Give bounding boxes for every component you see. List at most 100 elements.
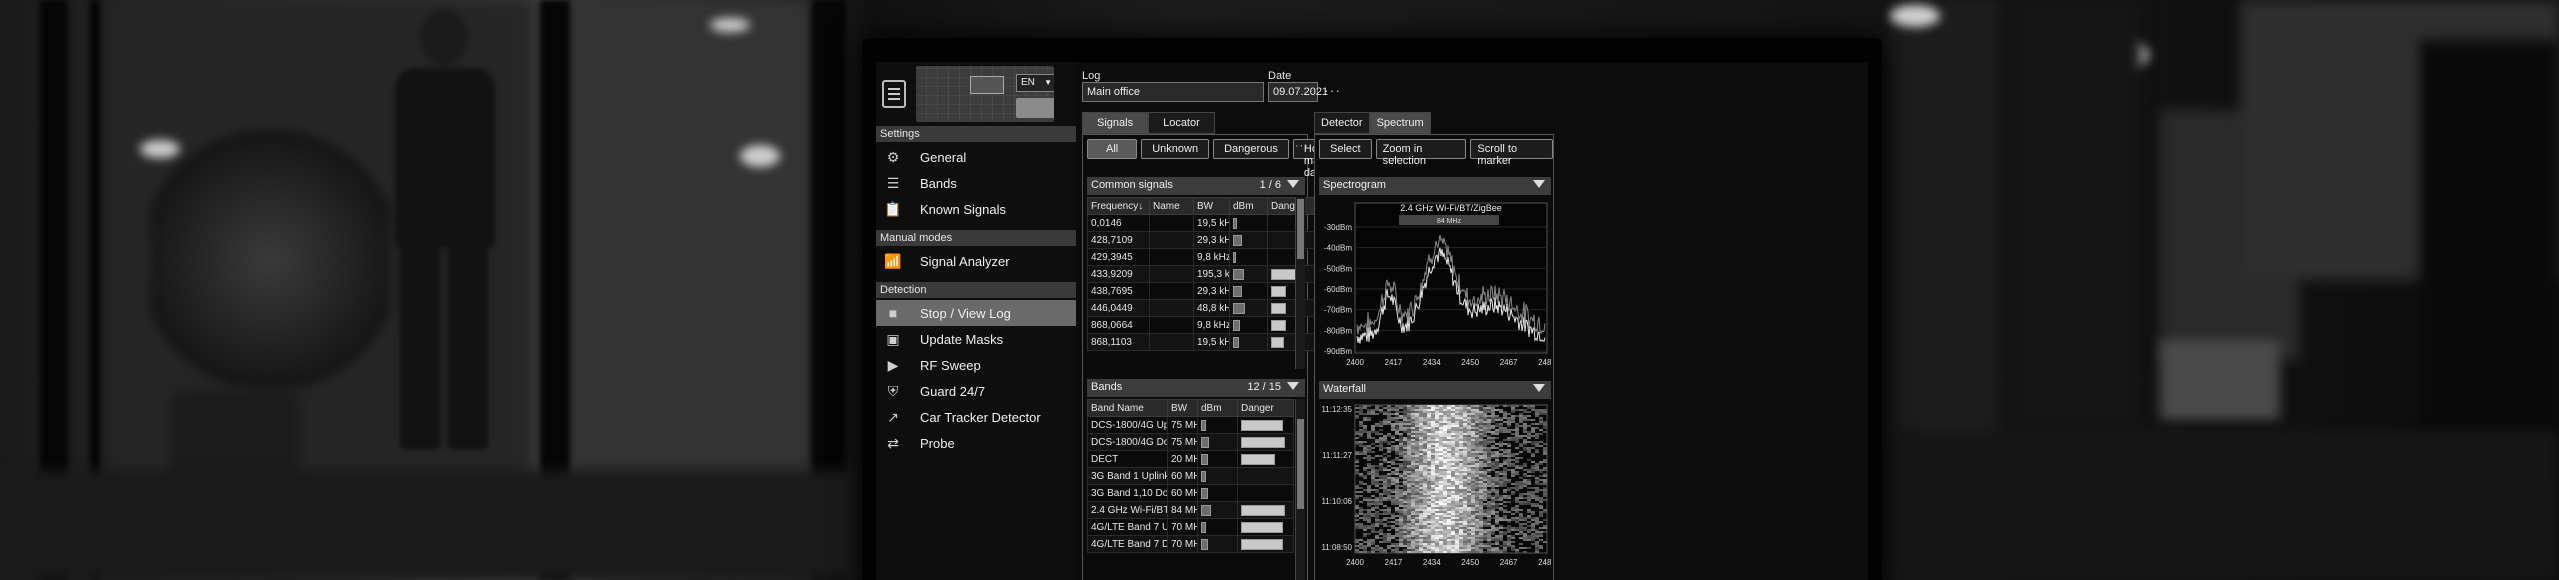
collapse-icon[interactable] xyxy=(1533,384,1545,392)
table-row[interactable]: 0,014619,5 kHz xyxy=(1087,214,1326,232)
table-row[interactable]: DCS-1800/4G Uplink75 MHz xyxy=(1087,416,1294,434)
table-row[interactable]: 429,3945 9,8 kHz xyxy=(1087,248,1326,266)
column-header-danger[interactable]: Danger xyxy=(1237,399,1294,417)
waterfall-cell xyxy=(1435,437,1439,439)
filter-dangerous-button[interactable]: Dangerous xyxy=(1213,139,1289,159)
waterfall-cell xyxy=(1487,423,1491,425)
waterfall-cell xyxy=(1375,445,1379,447)
scroll-to-marker-button[interactable]: Scroll to marker xyxy=(1470,139,1553,167)
waterfall-cell xyxy=(1403,471,1407,473)
table-row[interactable]: 428,710929,3 kHz xyxy=(1087,231,1326,249)
waterfall-cell xyxy=(1487,425,1491,427)
filter-all-button[interactable]: All xyxy=(1087,139,1138,159)
sidebar-item-known-signals[interactable]: 📋 Known Signals xyxy=(876,196,1076,222)
sidebar-item-bands[interactable]: ☰ Bands xyxy=(876,170,1076,196)
sidebar-item-rf-sweep[interactable]: ▶ RF Sweep xyxy=(876,352,1076,378)
waterfall-cell xyxy=(1491,495,1495,497)
waterfall-cell xyxy=(1403,449,1407,451)
device-button[interactable] xyxy=(1016,98,1054,118)
column-header-frequency[interactable]: Frequency↓ xyxy=(1087,197,1150,215)
table-row[interactable]: 446,044948,8 kHz xyxy=(1087,299,1326,317)
collapse-icon[interactable] xyxy=(1287,382,1299,390)
tab-detector[interactable]: Detector xyxy=(1314,112,1370,134)
waterfall-cell xyxy=(1387,415,1391,417)
table-row[interactable]: 3G Band 1 Uplink60 MHz xyxy=(1087,467,1294,485)
waterfall-cell xyxy=(1479,501,1483,503)
waterfall-cell xyxy=(1523,501,1527,503)
column-header-bw[interactable]: BW xyxy=(1167,399,1198,417)
column-header-name[interactable]: Name xyxy=(1149,197,1194,215)
waterfall-cell xyxy=(1419,551,1423,553)
table-row[interactable]: DECT20 MHz xyxy=(1087,450,1294,468)
filter-unknown-button[interactable]: Unknown xyxy=(1141,139,1210,159)
spectrogram-chart[interactable]: 2.4 GHz Wi-Fi/BT/ZigBee 84 MHz -30dBm-40… xyxy=(1319,197,1551,375)
sidebar-item-general[interactable]: ⚙ General xyxy=(876,144,1076,170)
bands-header[interactable]: Bands 12 / 15 xyxy=(1087,379,1305,397)
waterfall-cell xyxy=(1495,527,1499,529)
table-row[interactable]: 2.4 GHz Wi-Fi/BT/ZigBee84 MHz xyxy=(1087,501,1294,519)
column-header-bw[interactable]: BW xyxy=(1193,197,1230,215)
waterfall-cell xyxy=(1419,435,1423,437)
collapse-icon[interactable] xyxy=(1287,180,1299,188)
language-select[interactable]: EN ▼ xyxy=(1016,74,1054,92)
sidebar-item-signal-analyzer[interactable]: 📶 Signal Analyzer xyxy=(876,248,1076,274)
waterfall-cell xyxy=(1423,415,1427,417)
waterfall-cell xyxy=(1483,503,1487,505)
sidebar-item-update-masks[interactable]: ▣ Update Masks xyxy=(876,326,1076,352)
waterfall-cell xyxy=(1403,461,1407,463)
waterfall-cell xyxy=(1443,459,1447,461)
waterfall-cell xyxy=(1487,531,1491,533)
waterfall-cell xyxy=(1471,423,1475,425)
common-signals-header[interactable]: Common signals 1 / 6 xyxy=(1087,177,1305,195)
table-row[interactable]: 4G/LTE Band 7 Downlink70 MHz xyxy=(1087,535,1294,553)
waterfall-cell xyxy=(1415,521,1419,523)
table-row[interactable]: 4G/LTE Band 7 Uplink70 MHz xyxy=(1087,518,1294,536)
waterfall-header[interactable]: Waterfall xyxy=(1319,381,1551,399)
waterfall-cell xyxy=(1411,527,1415,529)
bands-scrollbar[interactable] xyxy=(1295,399,1305,580)
sidebar-item-car-tracker-detector[interactable]: ↗ Car Tracker Detector xyxy=(876,404,1076,430)
sidebar-item-guard-24-7[interactable]: ⛨ Guard 24/7 xyxy=(876,378,1076,404)
signals-scrollbar[interactable] xyxy=(1295,197,1305,369)
waterfall-cell xyxy=(1467,483,1471,485)
table-row[interactable]: DCS-1800/4G Downlink75 MHz xyxy=(1087,433,1294,451)
waterfall-cell xyxy=(1471,527,1475,529)
table-row[interactable]: 438,769529,3 kHz xyxy=(1087,282,1326,300)
select-button[interactable]: Select xyxy=(1319,139,1372,159)
date-field[interactable]: 09.07.2021 xyxy=(1268,82,1328,102)
waterfall-cell xyxy=(1511,469,1515,471)
waterfall-cell xyxy=(1491,487,1495,489)
dbm-cell xyxy=(1197,467,1238,485)
zoom-in-selection-button[interactable]: Zoom in selection xyxy=(1375,139,1467,167)
tab-spectrum[interactable]: Spectrum xyxy=(1369,112,1431,134)
waterfall-cell xyxy=(1411,495,1415,497)
sidebar-item-stop-view-log[interactable]: ■ Stop / View Log xyxy=(876,300,1076,326)
log-field[interactable]: Main office xyxy=(1082,82,1264,102)
waterfall-cell xyxy=(1495,515,1499,517)
waterfall-cell xyxy=(1427,515,1431,517)
column-header-dbm[interactable]: dBm xyxy=(1197,399,1238,417)
waterfall-chart[interactable]: 11:12:3511:11:2711:10:0611:08:50 2400 241… xyxy=(1319,401,1551,580)
waterfall-cell xyxy=(1535,541,1539,543)
tab-signals[interactable]: Signals xyxy=(1082,112,1149,134)
table-row[interactable]: 868,110319,5 kHz xyxy=(1087,333,1326,351)
waterfall-cell xyxy=(1467,465,1471,467)
waterfall-cell xyxy=(1367,521,1371,523)
table-row[interactable]: 868,0664 9,8 kHz xyxy=(1087,316,1326,334)
tab-locator[interactable]: Locator xyxy=(1148,112,1215,134)
waterfall-cell xyxy=(1387,477,1391,479)
sidebar-item-probe[interactable]: ⇄ Probe xyxy=(876,430,1076,456)
table-row[interactable]: 433,9209195,3 kHz xyxy=(1087,265,1326,283)
column-header-band-name[interactable]: Band Name xyxy=(1087,399,1168,417)
spectrogram-header[interactable]: Spectrogram xyxy=(1319,177,1551,195)
collapse-icon[interactable] xyxy=(1533,180,1545,188)
hamburger-menu-icon[interactable] xyxy=(882,80,906,108)
table-row[interactable]: 3G Band 1,10 Downlink60 MHz xyxy=(1087,484,1294,502)
waterfall-cell xyxy=(1443,503,1447,505)
column-header-dbm[interactable]: dBm xyxy=(1229,197,1268,215)
waterfall-cell xyxy=(1503,541,1507,543)
waterfall-cell xyxy=(1407,423,1411,425)
waterfall-cell xyxy=(1531,527,1535,529)
more-options-icon[interactable]: ··· xyxy=(1324,82,1341,98)
more-options-icon[interactable]: ··· xyxy=(1295,140,1309,152)
